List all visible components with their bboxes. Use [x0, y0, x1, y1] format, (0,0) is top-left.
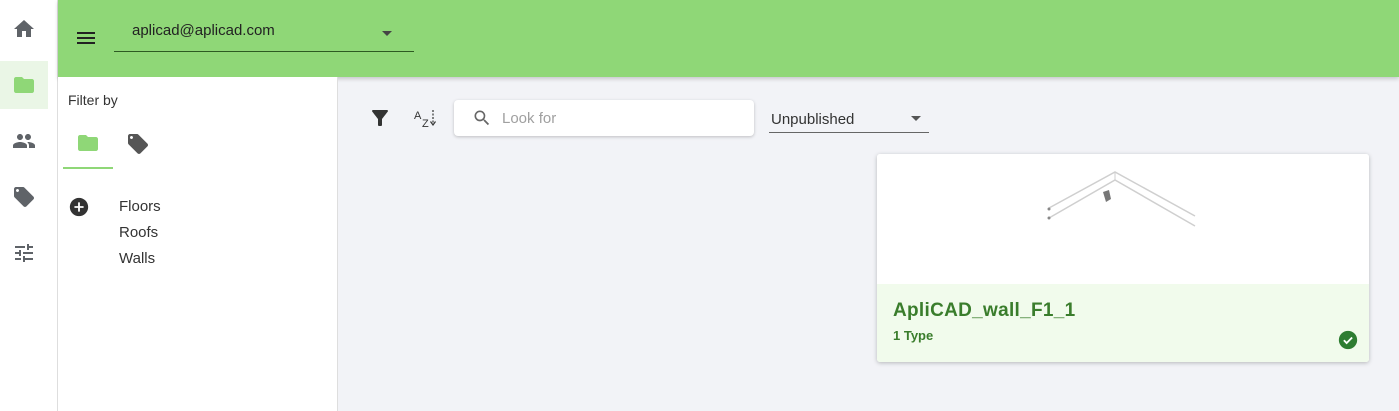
chevron-down-icon	[911, 116, 921, 121]
category-item-walls[interactable]: Walls	[119, 250, 155, 267]
wall-preview-image	[1047, 171, 1196, 227]
top-bar: aplicad@aplicad.com	[58, 0, 1399, 77]
check-circle-icon	[1338, 330, 1358, 350]
sort-button[interactable]: A Z	[414, 106, 438, 130]
tag-icon	[128, 134, 148, 154]
chevron-down-icon	[382, 31, 392, 36]
publish-status-value: Unpublished	[771, 111, 855, 128]
folder-icon	[14, 77, 34, 93]
category-item-roofs[interactable]: Roofs	[119, 224, 158, 241]
tag-icon	[14, 187, 34, 207]
publish-status-select[interactable]: Unpublished	[769, 104, 929, 133]
people-icon	[13, 134, 35, 148]
card-footer: ApliCAD_wall_F1_1 1 Type	[877, 284, 1369, 362]
category-item-floors[interactable]: Floors	[119, 198, 161, 215]
nav-item-folders[interactable]	[0, 61, 48, 109]
card-type-count: 1 Type	[893, 328, 934, 343]
account-select[interactable]: aplicad@aplicad.com	[114, 14, 414, 52]
add-category-button[interactable]	[68, 196, 90, 218]
account-select-value: aplicad@aplicad.com	[132, 22, 275, 39]
card-title: ApliCAD_wall_F1_1	[893, 300, 1076, 321]
filter-icon	[372, 110, 388, 126]
sort-az-icon: A Z	[414, 110, 436, 130]
home-icon	[14, 20, 34, 37]
menu-button[interactable]	[72, 24, 100, 52]
filter-button[interactable]	[368, 106, 392, 130]
svg-text:A: A	[414, 110, 422, 122]
nav-item-home[interactable]	[0, 5, 48, 53]
nav-rail	[0, 0, 58, 411]
card-thumbnail	[877, 154, 1369, 284]
nav-item-settings[interactable]	[0, 229, 48, 277]
tab-tags[interactable]	[113, 119, 163, 169]
search-icon	[474, 110, 490, 126]
result-card[interactable]: ApliCAD_wall_F1_1 1 Type	[877, 154, 1369, 362]
add-circle-icon	[69, 197, 89, 217]
folder-icon	[78, 135, 98, 151]
tab-folders[interactable]	[63, 119, 113, 169]
hamburger-menu-icon	[77, 32, 95, 44]
filter-panel-title: Filter by	[68, 92, 118, 108]
sliders-icon	[15, 244, 33, 262]
svg-text:Z: Z	[422, 118, 429, 130]
nav-item-tags[interactable]	[0, 173, 48, 221]
filter-panel: Filter by Floors Roofs Walls	[58, 77, 338, 411]
search-input[interactable]	[502, 106, 742, 130]
nav-item-users[interactable]	[0, 117, 48, 165]
search-box	[454, 100, 754, 136]
